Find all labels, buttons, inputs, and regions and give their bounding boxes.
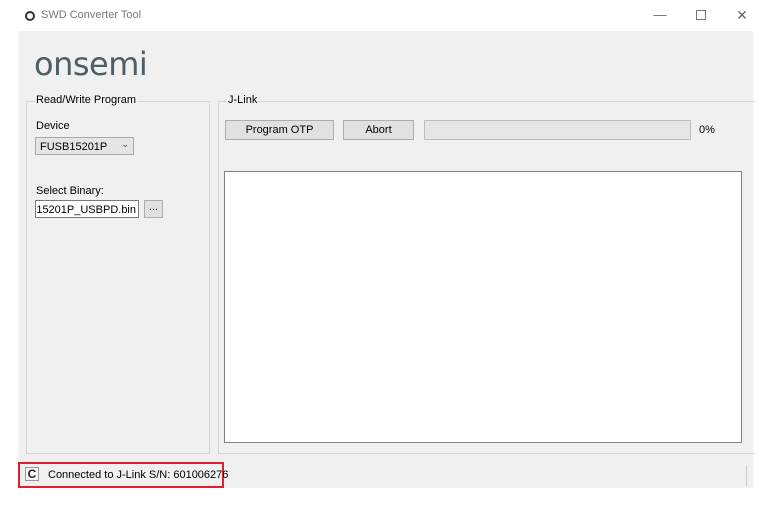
abort-button[interactable]: Abort [343, 120, 414, 140]
progress-bar [424, 120, 691, 140]
close-button[interactable]: ✕ [732, 6, 752, 24]
jlink-group-label: J-Link [227, 94, 259, 106]
onsemi-logo: onsemi [34, 45, 148, 83]
browse-button[interactable]: ... [144, 200, 163, 218]
read-write-group-label: Read/Write Program [35, 94, 138, 106]
connection-status: Connected to J-Link S/N: 601006276 [48, 469, 229, 481]
app-icon [25, 11, 35, 21]
device-label: Device [36, 120, 70, 132]
maximize-icon [696, 10, 706, 20]
main-window: onsemi Read/Write Program Device FUSB152… [18, 31, 755, 488]
chevron-down-icon: ⌄ [121, 139, 129, 149]
progress-percent: 0% [699, 124, 715, 136]
select-binary-label: Select Binary: [36, 185, 104, 197]
device-value: FUSB15201P [40, 141, 108, 153]
program-otp-button[interactable]: Program OTP [225, 120, 334, 140]
window-title: SWD Converter Tool [41, 9, 142, 21]
minimize-button[interactable]: — [650, 6, 670, 24]
binary-path-value: FUSB15201P_USBPD.bin [36, 204, 136, 216]
maximize-button[interactable] [691, 6, 711, 24]
device-select[interactable]: FUSB15201P ⌄ [35, 137, 134, 155]
binary-path-input[interactable]: FUSB15201P_USBPD.bin [35, 200, 139, 218]
log-output[interactable] [224, 171, 742, 443]
refresh-icon[interactable]: C [25, 467, 39, 481]
status-bar: C Connected to J-Link S/N: 601006276 [18, 461, 753, 488]
status-divider [746, 465, 747, 487]
title-bar: SWD Converter Tool — ✕ [0, 0, 769, 31]
